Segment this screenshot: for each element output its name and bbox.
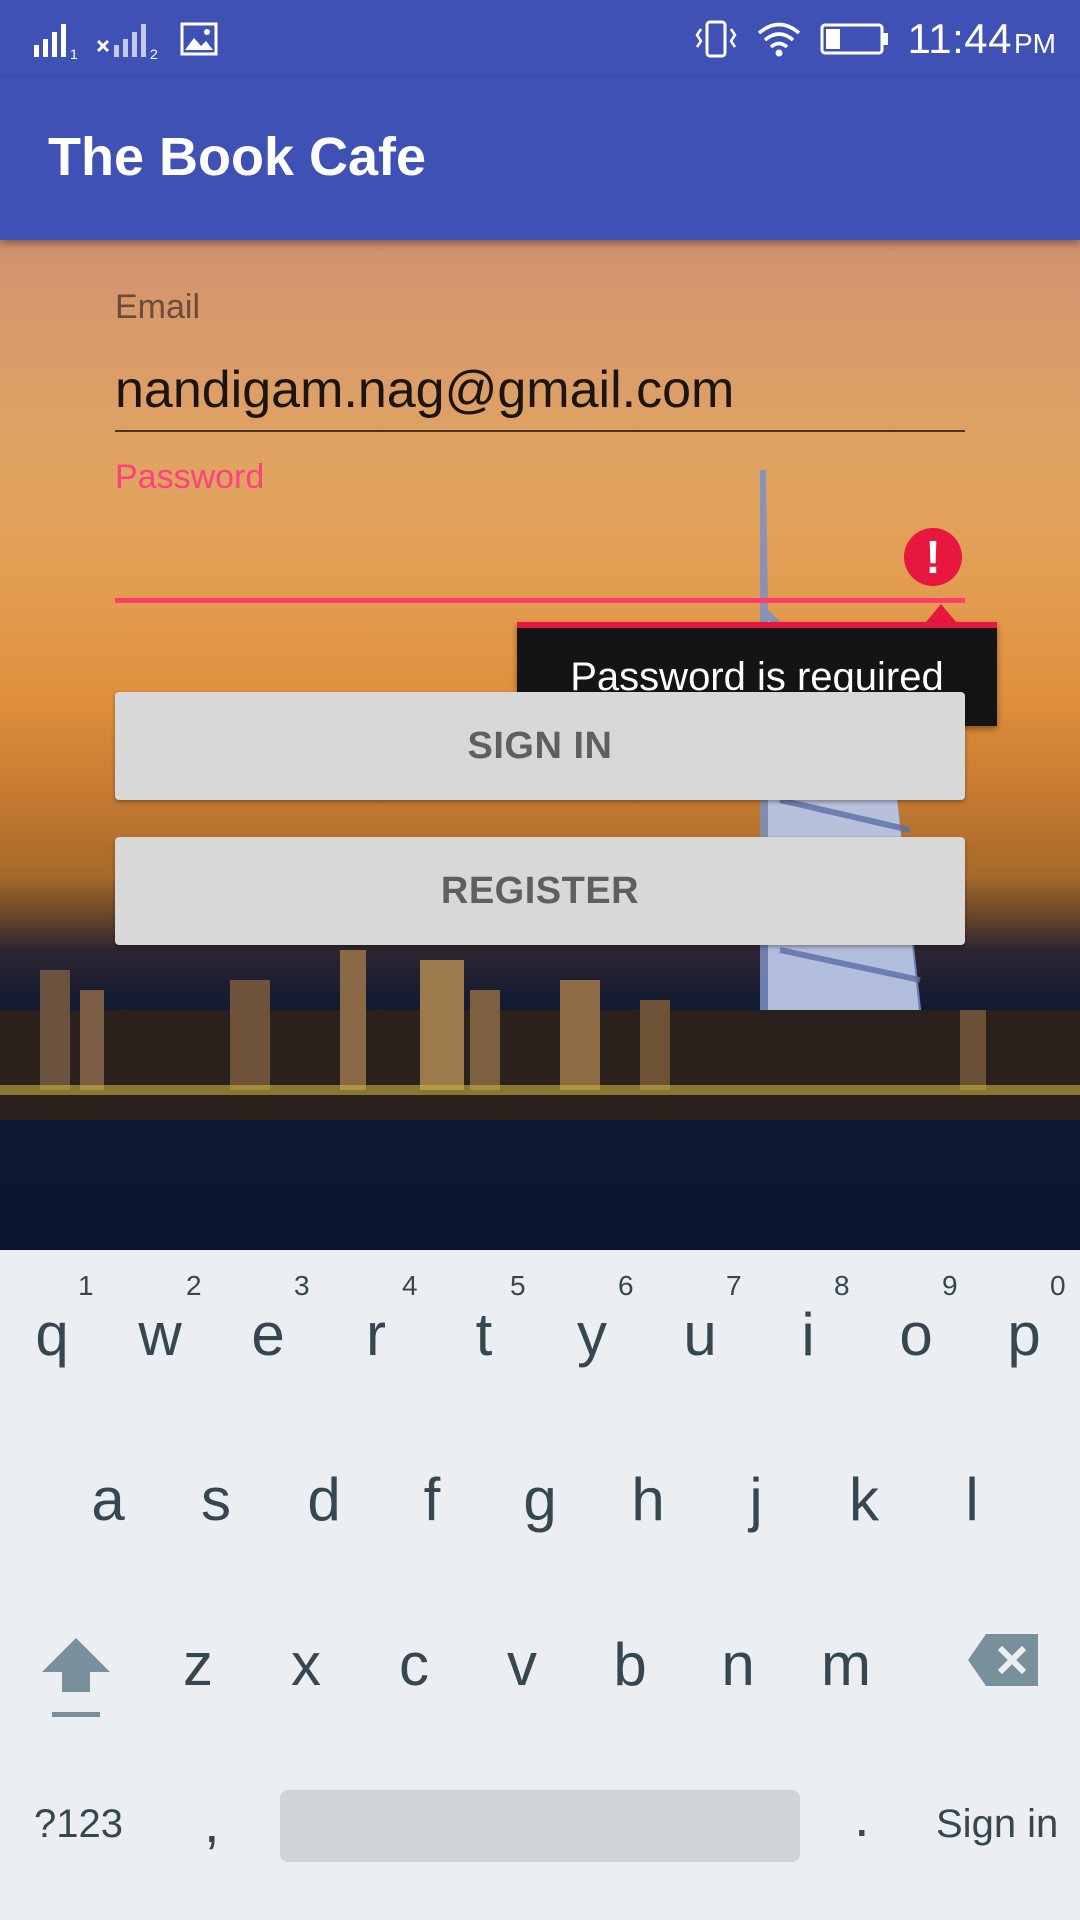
- key-d[interactable]: d: [270, 1465, 378, 1534]
- key-hint-8: 8: [834, 1270, 850, 1301]
- email-label: Email: [115, 288, 201, 326]
- error-popup-pointer: [926, 604, 956, 622]
- signal-sim1-icon: 1: [34, 24, 78, 59]
- gallery-notification-icon: [180, 22, 218, 56]
- key-l[interactable]: l: [918, 1465, 1026, 1534]
- password-label: Password: [115, 458, 265, 496]
- status-right-icons: 11:44PM: [694, 10, 1056, 68]
- key-a[interactable]: a: [54, 1465, 162, 1534]
- password-field[interactable]: [115, 520, 899, 592]
- key-hint-5: 5: [510, 1270, 526, 1301]
- key-n[interactable]: n: [684, 1630, 792, 1699]
- key-t[interactable]: t: [430, 1300, 538, 1369]
- battery-icon: [820, 23, 888, 55]
- key-hint-3: 3: [294, 1270, 310, 1301]
- key-hint-9: 9: [942, 1270, 958, 1301]
- register-button[interactable]: REGISTER: [115, 837, 965, 945]
- key-hint-2: 2: [186, 1270, 202, 1301]
- key-m[interactable]: m: [792, 1630, 900, 1699]
- app-bar: The Book Cafe: [0, 78, 1080, 240]
- key-q[interactable]: q: [0, 1300, 106, 1369]
- key-b[interactable]: b: [576, 1630, 684, 1699]
- signal-sim2-no-service-icon: 2: [96, 24, 158, 59]
- key-hint-7: 7: [726, 1270, 742, 1301]
- key-s[interactable]: s: [162, 1465, 270, 1534]
- key-u[interactable]: u: [646, 1300, 754, 1369]
- key-hint-0: 0: [1050, 1270, 1066, 1301]
- key-h[interactable]: h: [594, 1465, 702, 1534]
- vibrate-icon: [694, 20, 737, 58]
- key-j[interactable]: j: [702, 1465, 810, 1534]
- key-o[interactable]: o: [862, 1300, 970, 1369]
- symbols-key[interactable]: ?123: [34, 1802, 123, 1847]
- key-y[interactable]: y: [538, 1300, 646, 1369]
- key-f[interactable]: f: [378, 1465, 486, 1534]
- email-field[interactable]: nandigam.nag@gmail.com: [115, 360, 734, 420]
- wifi-icon: [757, 22, 800, 57]
- period-key[interactable]: .: [854, 1784, 870, 1849]
- status-time: 11:44: [907, 15, 1012, 62]
- key-g[interactable]: g: [486, 1465, 594, 1534]
- space-key[interactable]: [280, 1790, 800, 1862]
- key-x[interactable]: x: [252, 1630, 360, 1699]
- sign-in-button[interactable]: SIGN IN: [115, 692, 965, 800]
- key-w[interactable]: w: [106, 1300, 214, 1369]
- key-k[interactable]: k: [810, 1465, 918, 1534]
- key-r[interactable]: r: [322, 1300, 430, 1369]
- key-p[interactable]: p: [970, 1300, 1078, 1369]
- shift-key-icon[interactable]: [36, 1632, 116, 1722]
- key-hint-6: 6: [618, 1270, 634, 1301]
- email-underline: [115, 430, 965, 432]
- status-bar: 1 2 11:44PM: [0, 0, 1080, 78]
- app-title: The Book Cafe: [48, 127, 427, 187]
- key-i[interactable]: i: [754, 1300, 862, 1369]
- svg-text:1: 1: [70, 46, 78, 59]
- comma-key[interactable]: ,: [204, 1790, 220, 1855]
- password-underline: [115, 598, 965, 603]
- status-left-icons: 1 2: [32, 18, 218, 60]
- key-z[interactable]: z: [144, 1630, 252, 1699]
- key-hint-4: 4: [402, 1270, 418, 1301]
- key-hint-1: 1: [78, 1270, 94, 1301]
- key-c[interactable]: c: [360, 1630, 468, 1699]
- svg-text:2: 2: [150, 46, 158, 59]
- key-e[interactable]: e: [214, 1300, 322, 1369]
- backspace-key-icon[interactable]: [966, 1632, 1040, 1688]
- status-ampm: PM: [1014, 28, 1056, 59]
- sign-in-action-key[interactable]: Sign in: [936, 1802, 1058, 1847]
- city-skyline-image: [0, 950, 1080, 1120]
- key-v[interactable]: v: [468, 1630, 576, 1699]
- error-alert-icon: !: [904, 528, 962, 586]
